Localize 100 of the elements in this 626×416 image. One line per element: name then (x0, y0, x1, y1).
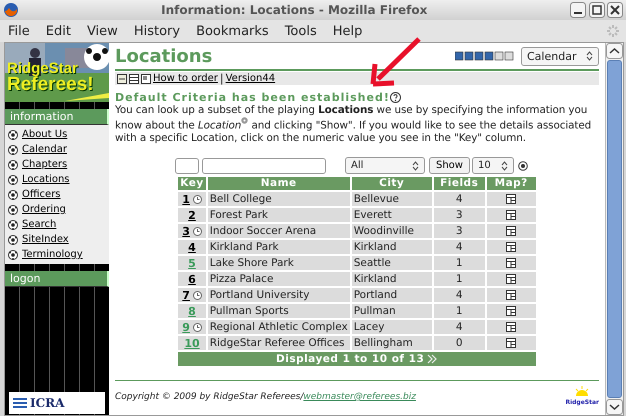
maximize-button[interactable] (588, 2, 604, 18)
city-cell: Seattle (352, 256, 432, 270)
sidebar-link[interactable]: Terminology (22, 248, 83, 261)
table-icon[interactable] (129, 74, 139, 84)
key-field[interactable] (175, 158, 199, 174)
criteria-notice: Default Criteria has been established! (115, 91, 390, 104)
intro-paragraph: You can look up a subset of the playing Locations we use by specifying the information you know about the Location and clicking "Show". If you would like to see the details associated with a specific Location, click on the numeric value you see in the "Key" column. (115, 104, 592, 146)
fields-count: 1 (434, 256, 485, 270)
radio-icon[interactable] (518, 160, 528, 171)
location-name: Bell College (208, 192, 350, 206)
document-icon[interactable] (141, 74, 151, 84)
soccer-ball-icon (8, 250, 18, 260)
city-cell: Bellevue (352, 192, 432, 206)
fields-count: 4 (434, 320, 485, 334)
annotation-arrow (370, 37, 422, 87)
sidebar-link[interactable]: Ordering (22, 203, 66, 216)
menu-item[interactable]: View (78, 24, 126, 38)
print-icon[interactable] (117, 74, 127, 84)
page-title: Locations (115, 50, 212, 62)
menu-item[interactable]: Tools (276, 24, 325, 38)
city-cell: Everett (352, 208, 432, 222)
browser-logo-icon (2, 2, 19, 18)
soccer-ball-icon (8, 204, 18, 214)
location-name: Lake Shore Park (208, 256, 350, 270)
map-grid-icon[interactable] (506, 258, 516, 268)
help-icon[interactable] (390, 92, 401, 103)
map-grid-icon[interactable] (506, 290, 516, 300)
fields-count: 4 (434, 240, 485, 254)
city-cell: Woodinville (352, 224, 432, 238)
sidebar-link[interactable]: Locations (22, 173, 70, 186)
minimize-button[interactable] (570, 2, 586, 18)
pagination-summary: Displayed 1 to 10 of 13 (276, 352, 424, 366)
close-button[interactable] (607, 2, 624, 18)
copyright-text: Copyright © 2009 by RidgeStar Referees/ (115, 392, 304, 402)
show-button[interactable]: Show (429, 157, 470, 174)
city-select[interactable]: All (345, 157, 425, 174)
throbber-icon (606, 24, 620, 38)
city-cell: Kirkland (352, 272, 432, 286)
badge-label: ICRA (30, 396, 64, 410)
sidebar-link[interactable]: About Us (22, 128, 68, 141)
jump-select[interactable]: Calendar (521, 46, 599, 66)
scroll-down-button[interactable] (606, 399, 623, 415)
soccer-ball-icon (8, 220, 18, 230)
menu-item[interactable]: Help (324, 24, 370, 38)
info-icon[interactable] (241, 117, 248, 124)
city-cell: Kirkland (352, 240, 432, 254)
sidebar-link[interactable]: Search (22, 218, 56, 231)
city-cell: Pullman (352, 304, 432, 318)
scrollbar[interactable] (605, 43, 623, 415)
map-grid-icon[interactable] (506, 210, 516, 220)
sidebar-link[interactable]: SiteIndex (22, 233, 69, 246)
menu-item[interactable]: File (0, 24, 38, 38)
page-size-select[interactable]: 10 (472, 157, 514, 174)
soccer-ball-icon (8, 234, 18, 244)
menu-item[interactable]: Edit (38, 24, 79, 38)
window-title: Information: Locations - Mozilla Firefox (160, 4, 428, 16)
map-grid-icon[interactable] (506, 242, 516, 252)
column-header: Key (178, 177, 206, 190)
soccer-ball-icon (8, 160, 18, 170)
location-name: Forest Park (208, 208, 350, 222)
location-name: Kirkland Park (208, 240, 350, 254)
menu-item[interactable]: Bookmarks (188, 24, 277, 38)
map-grid-icon[interactable] (506, 338, 516, 348)
caret-icon (500, 160, 508, 171)
page-link[interactable]: Version44 (226, 72, 276, 85)
location-name: Pizza Palace (208, 272, 350, 286)
caret-icon (412, 160, 419, 171)
location-name: Indoor Soccer Arena (208, 224, 350, 238)
column-header: Fields (434, 177, 485, 190)
map-grid-icon[interactable] (506, 322, 516, 332)
location-name: Pullman Sports (208, 304, 350, 318)
map-grid-icon[interactable] (506, 306, 516, 316)
map-grid-icon[interactable] (506, 226, 516, 236)
next-page-icon[interactable] (427, 354, 438, 364)
link-separator: | (220, 72, 224, 85)
soccer-ball-icon (8, 190, 18, 200)
sidebar-link[interactable]: Calendar (22, 143, 67, 156)
email-link[interactable]: webmaster@referees.biz (303, 392, 416, 402)
city-cell: Lacey (352, 320, 432, 334)
menu-item[interactable]: History (126, 24, 188, 38)
column-header: Name (208, 177, 350, 190)
scroll-up-button[interactable] (606, 43, 623, 59)
name-field[interactable] (202, 158, 326, 174)
soccer-ball-icon (8, 174, 18, 184)
map-grid-icon[interactable] (506, 194, 516, 204)
page-link[interactable]: How to order (153, 72, 218, 85)
fields-count: 1 (434, 272, 485, 286)
column-header: City (352, 177, 432, 190)
location-name: RidgeStar Referee Offices (208, 336, 350, 350)
sun-icon (574, 386, 590, 396)
sidebar-link[interactable]: Officers (22, 188, 61, 201)
fields-count: 4 (434, 288, 485, 302)
location-name: Portland University (208, 288, 350, 302)
map-grid-icon[interactable] (506, 274, 516, 284)
caret-icon (586, 51, 593, 62)
location-name: Regional Athletic Complex (208, 320, 350, 334)
sidebar-link[interactable]: Chapters (22, 158, 68, 171)
soccer-ball-icon (8, 130, 18, 140)
city-cell: Bellingham (352, 336, 432, 350)
fields-count: 3 (434, 224, 485, 238)
